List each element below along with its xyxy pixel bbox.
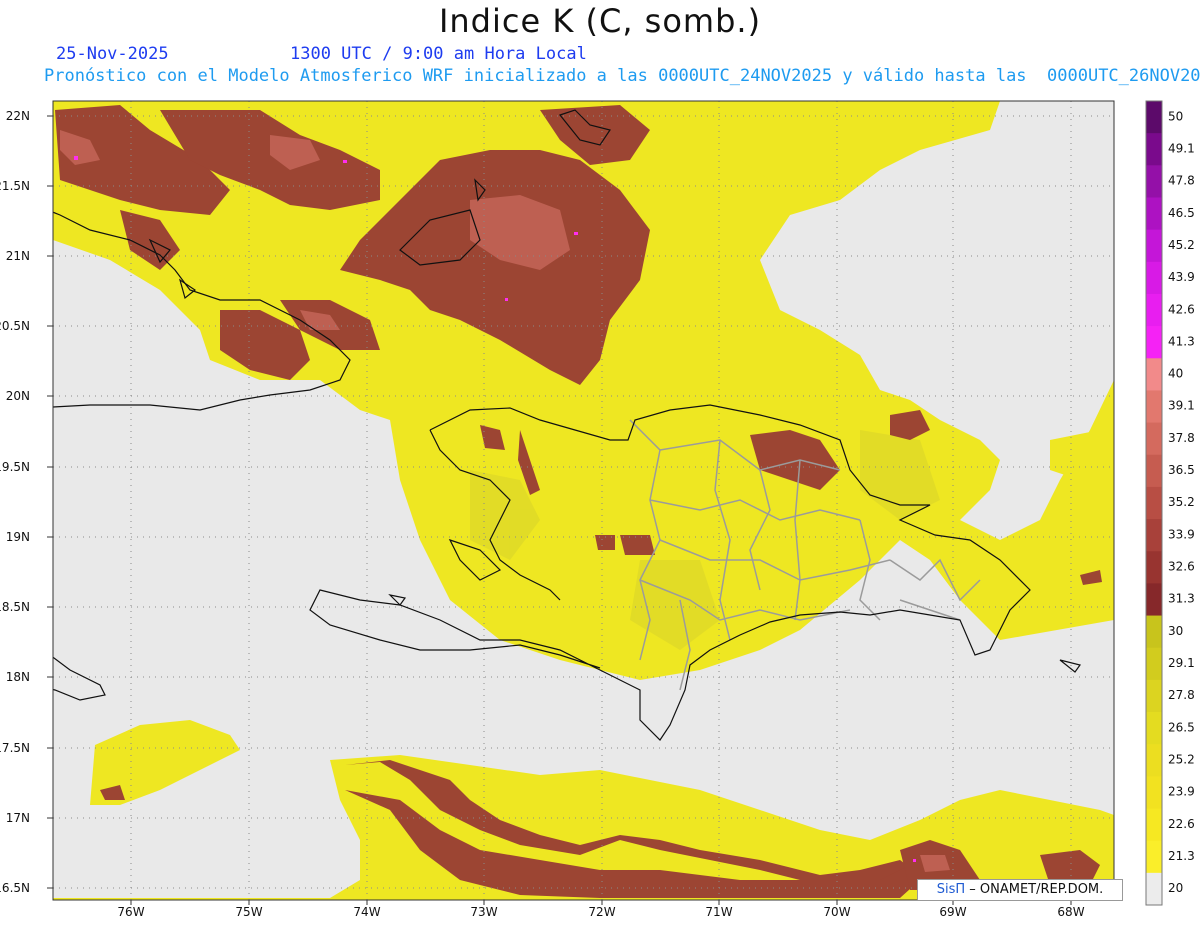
colorbar-label: 50 <box>1168 109 1183 123</box>
colorbar-label: 36.5 <box>1168 463 1195 477</box>
colorbar-label: 49.1 <box>1168 141 1195 155</box>
colorbar-swatch <box>1146 647 1162 681</box>
lon-label: 72W <box>588 905 615 919</box>
map-field <box>53 101 1114 900</box>
lat-label: 16.5N <box>0 881 30 895</box>
colorbar-legend: 50 49.1 47.8 46.5 45.2 43.9 42.6 41.3 40 39.1 37.8… <box>1145 100 1195 906</box>
colorbar-label: 32.6 <box>1168 560 1195 574</box>
colorbar-label: 20 <box>1168 881 1183 895</box>
colorbar-label: 47.8 <box>1168 174 1195 188</box>
colorbar-swatch <box>1146 390 1162 424</box>
colorbar-label: 33.9 <box>1168 527 1195 541</box>
lon-label: 68W <box>1057 905 1084 919</box>
colorbar-label: 43.9 <box>1168 270 1195 284</box>
lon-label: 73W <box>470 905 497 919</box>
lon-label: 74W <box>353 905 380 919</box>
colorbar-swatch <box>1146 229 1162 263</box>
colorbar-label: 30 <box>1168 624 1183 638</box>
colorbar-swatch <box>1146 519 1162 552</box>
colorbar-swatch <box>1146 744 1162 777</box>
colorbar-swatch <box>1146 679 1162 713</box>
colorbar-label: 22.6 <box>1168 817 1195 831</box>
lon-label: 76W <box>117 905 144 919</box>
colorbar-swatch <box>1146 101 1162 134</box>
longitude-labels: 76W 75W 74W 73W 72W 71W 70W 69W 68W <box>117 905 1084 919</box>
lat-label: 17.5N <box>0 741 30 755</box>
colorbar-swatch <box>1146 197 1162 231</box>
colorbar-label: 39.1 <box>1168 399 1195 413</box>
colorbar-swatch <box>1146 776 1162 810</box>
colorbar-swatch <box>1146 808 1162 842</box>
colorbar-swatch <box>1146 358 1162 391</box>
latitude-labels: 22N 21.5N 21N 20.5N 20N 19.5N 19N 18.5N … <box>0 109 30 895</box>
lat-label: 20.5N <box>0 319 30 333</box>
colorbar-label: 40 <box>1168 367 1183 381</box>
lat-label: 19.5N <box>0 460 30 474</box>
lat-label: 22N <box>6 109 30 123</box>
credit-text: – ONAMET/REP.DOM. <box>965 882 1104 897</box>
lat-label: 21N <box>6 249 30 263</box>
colorbar-label: 23.9 <box>1168 785 1195 799</box>
lat-label: 19N <box>6 530 30 544</box>
k-index-map: 22N 21.5N 21N 20.5N 20N 19.5N 19N 18.5N … <box>0 100 1195 919</box>
lat-ticks <box>47 115 53 889</box>
colorbar-label: 27.8 <box>1168 688 1195 702</box>
colorbar-swatch <box>1146 872 1162 906</box>
colorbar-swatch <box>1146 454 1162 488</box>
lat-label: 18.5N <box>0 600 30 614</box>
colorbar-swatch <box>1146 840 1162 874</box>
colorbar-swatch <box>1146 486 1162 520</box>
colorbar-swatch <box>1146 615 1162 649</box>
colorbar-label: 41.3 <box>1168 334 1195 348</box>
colorbar-label: 37.8 <box>1168 431 1195 445</box>
lon-label: 69W <box>939 905 966 919</box>
lat-label: 18N <box>6 670 30 684</box>
colorbar-label: 26.5 <box>1168 720 1195 734</box>
colorbar-swatch <box>1146 326 1162 359</box>
colorbar-swatch <box>1146 422 1162 456</box>
lat-label: 17N <box>6 811 30 825</box>
colorbar-label: 31.3 <box>1168 592 1195 606</box>
lon-label: 75W <box>235 905 262 919</box>
colorbar-label: 42.6 <box>1168 302 1195 316</box>
colorbar-label: 45.2 <box>1168 238 1195 252</box>
colorbar-label: 35.2 <box>1168 495 1195 509</box>
lat-label: 20N <box>6 389 30 403</box>
colorbar-swatch <box>1146 165 1162 198</box>
lon-label: 71W <box>705 905 732 919</box>
lon-label: 70W <box>823 905 850 919</box>
colorbar-swatch <box>1146 293 1162 327</box>
credit-box: SisΠ – ONAMET/REP.DOM. <box>917 879 1123 901</box>
colorbar-swatch <box>1146 133 1162 166</box>
colorbar-label: 29.1 <box>1168 656 1195 670</box>
colorbar-label: 25.2 <box>1168 752 1195 766</box>
colorbar-swatch <box>1146 583 1162 617</box>
lat-label: 21.5N <box>0 179 30 193</box>
colorbar-label: 21.3 <box>1168 849 1195 863</box>
colorbar-swatch <box>1146 712 1162 745</box>
sispi-logo: SisΠ <box>936 882 966 897</box>
colorbar-swatch <box>1146 261 1162 295</box>
colorbar-label: 46.5 <box>1168 206 1195 220</box>
colorbar-swatch <box>1146 551 1162 584</box>
